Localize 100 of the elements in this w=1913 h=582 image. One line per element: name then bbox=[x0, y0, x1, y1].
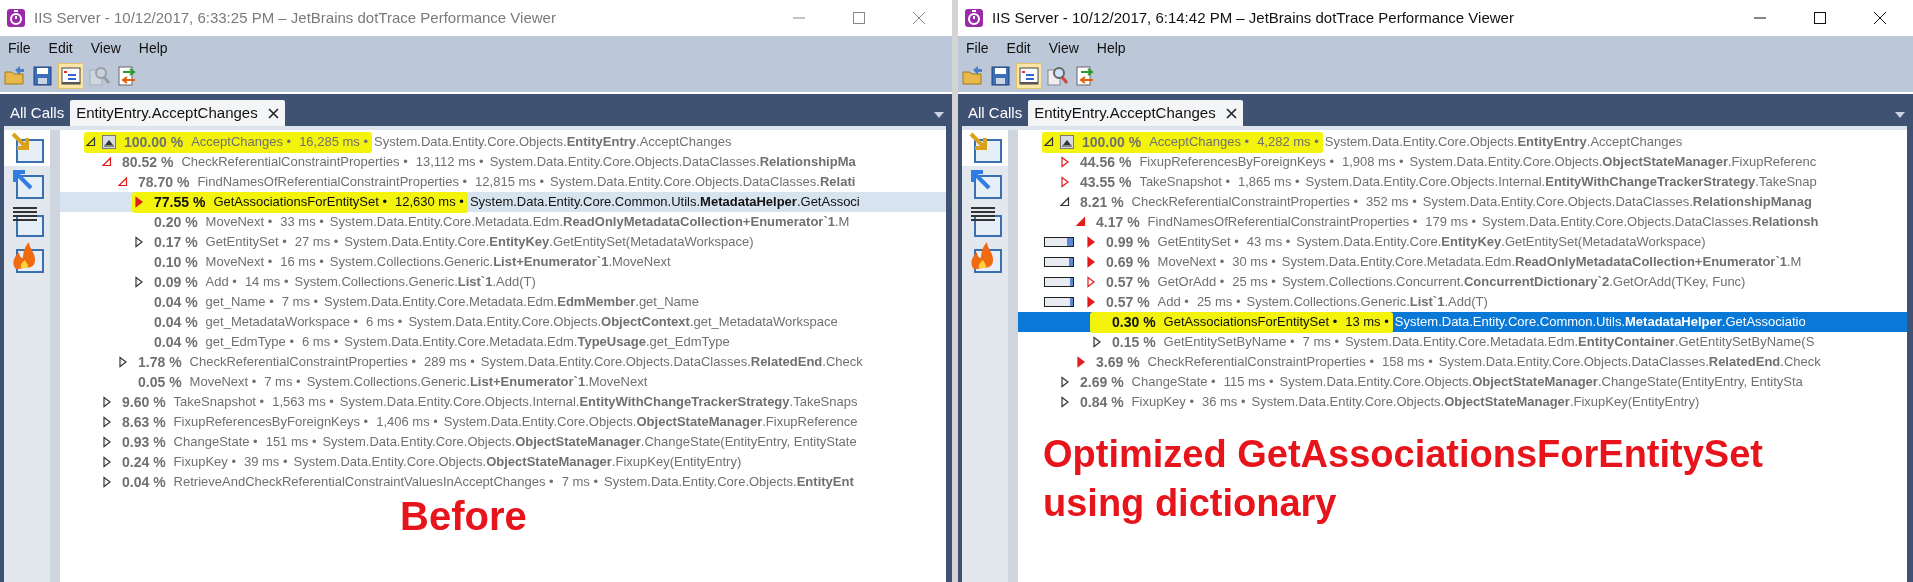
call-time: 179 ms • bbox=[1425, 213, 1477, 232]
tree-row[interactable]: 100.00 % AcceptChanges • 4,282 ms • System.Data.Entity.Core.Objects.EntityEntry.AcceptChanges bbox=[1018, 132, 1907, 152]
tree-row[interactable]: 0.20 % MoveNext • 33 ms • System.Data.Entity.Core.Metadata.Edm.ReadOnlyMetadataCollection+Enumerator`1.M bbox=[60, 212, 946, 232]
folder-icon bbox=[3, 64, 27, 88]
toolbar-button[interactable] bbox=[58, 63, 84, 89]
menu-item[interactable]: View bbox=[84, 37, 127, 59]
tab[interactable]: All Calls bbox=[4, 100, 71, 126]
tree-row[interactable]: 4.17 % FindNamesOfReferentialConstraintProperties • 179 ms • System.Data.Entity.Core.Objects.DataClasses.Relationsh bbox=[1018, 212, 1907, 232]
qualified-method: System.Data.Entity.Core.Objects.DataClasses.Relationsh bbox=[1482, 213, 1819, 232]
tree-row[interactable]: 0.30 % GetAssociationsForEntitySet • 13 ms • System.Data.Entity.Core.Common.Utils.MetadataHelper.GetAssociatio bbox=[1018, 312, 1907, 332]
app-icon bbox=[6, 8, 26, 28]
tree-row[interactable]: 0.09 % Add • 14 ms • System.Collections.Generic.List`1.Add(T) bbox=[60, 272, 946, 292]
qualified-method: System.Data.Entity.Core.EntityKey.GetEntitySet(MetadataWorkspace) bbox=[1296, 233, 1706, 252]
tree-row[interactable]: 80.52 % CheckReferentialConstraintProperties • 13,112 ms • System.Data.Entity.Core.Objects.DataClasses.RelationshipMa bbox=[60, 152, 946, 172]
call-time: 7 ms • bbox=[561, 473, 598, 492]
tree-row[interactable]: 0.57 % GetOrAdd • 25 ms • System.Collections.Concurrent.ConcurrentDictionary`2.GetOrAdd(TKey, Func) bbox=[1018, 272, 1907, 292]
menu-item[interactable]: File bbox=[2, 37, 37, 59]
method-name: MoveNext • bbox=[1157, 253, 1225, 272]
call-time: 352 ms • bbox=[1366, 193, 1417, 212]
qualified-method: System.Data.Entity.Core.Objects.EntityEntry.AcceptChanges bbox=[374, 133, 732, 152]
call-time: 6 ms • bbox=[302, 333, 339, 352]
tree-row[interactable]: 100.00 % AcceptChanges • 16,285 ms • System.Data.Entity.Core.Objects.EntityEntry.AcceptChanges bbox=[60, 132, 946, 152]
percent-value: 0.93 % bbox=[122, 432, 166, 452]
percent-value: 0.57 % bbox=[1106, 272, 1150, 292]
call-time: 33 ms • bbox=[280, 213, 324, 232]
tree-row[interactable]: 0.04 % get_Name • 7 ms • System.Data.Entity.Core.Metadata.Edm.EdmMember.get_Name bbox=[60, 292, 946, 312]
tree-row[interactable]: 78.70 % FindNamesOfReferentialConstraintProperties • 12,815 ms • System.Data.Entity.Core.Objects.DataClasses.Relati bbox=[60, 172, 946, 192]
tree-row[interactable]: 0.24 % FixupKey • 39 ms • System.Data.Entity.Core.Objects.ObjectStateManager.FixupKey(EntityEntry) bbox=[60, 452, 946, 472]
menu-item[interactable]: File bbox=[960, 37, 995, 59]
dropdown-icon[interactable] bbox=[934, 112, 944, 118]
qualified-method: System.Data.Entity.Core.Objects.ObjectStateManager.ChangeState(EntityEntry, EntityState bbox=[322, 433, 857, 452]
view-button[interactable] bbox=[962, 130, 1008, 166]
call-time: 39 ms • bbox=[243, 453, 288, 472]
tree-row[interactable]: 9.60 % TakeSnapshot • 1,563 ms • System.Data.Entity.Core.Objects.Internal.EntityWithChangeTrackerStrategy.TakeSnaps bbox=[60, 392, 946, 412]
tab[interactable]: EntityEntry.AcceptChanges bbox=[1028, 100, 1243, 126]
tree-row[interactable]: 0.84 % FixupKey • 36 ms • System.Data.Entity.Core.Objects.ObjectStateManager.FixupKey(EntityEntry) bbox=[1018, 392, 1907, 412]
progress-bar bbox=[1044, 237, 1074, 247]
percent-value: 0.04 % bbox=[122, 472, 166, 492]
tree-row[interactable]: 0.04 % get_EdmType • 6 ms • System.Data.Entity.Core.Metadata.Edm.TypeUsage.get_EdmType bbox=[60, 332, 946, 352]
qualified-method: System.Data.Entity.Core.Objects.ObjectStateManager.FixupKey(EntityEntry) bbox=[293, 453, 742, 472]
call-time: 12,630 ms • bbox=[395, 193, 464, 212]
app-icon bbox=[964, 8, 984, 28]
qualified-method: System.Data.Entity.Core.Objects.EntityEnt bbox=[604, 473, 854, 492]
tree-row[interactable]: 0.04 % get_MetadataWorkspace • 6 ms • System.Data.Entity.Core.Objects.ObjectContext.get_MetadataWorkspace bbox=[60, 312, 946, 332]
call-time: 16,285 ms • bbox=[299, 133, 368, 152]
call-time: 151 ms • bbox=[265, 433, 317, 452]
percent-value: 9.60 % bbox=[122, 392, 166, 412]
tree-row[interactable]: 0.05 % MoveNext • 7 ms • System.Collections.Generic.List+Enumerator`1.MoveNext bbox=[60, 372, 946, 392]
call-time: 7 ms • bbox=[264, 373, 301, 392]
tree-row[interactable]: 77.55 % GetAssociationsForEntitySet • 12,630 ms • System.Data.Entity.Core.Common.Utils.MetadataHelper.GetAssoci bbox=[60, 192, 946, 212]
tree-row[interactable]: 1.78 % CheckReferentialConstraintProperties • 289 ms • System.Data.Entity.Core.Objects.DataClasses.RelatedEnd.Check bbox=[60, 352, 946, 372]
tree-row[interactable]: 0.69 % MoveNext • 30 ms • System.Data.Entity.Core.Metadata.Edm.ReadOnlyMetadataCollection+Enumerator`1.M bbox=[1018, 252, 1907, 272]
method-name: get_EdmType • bbox=[205, 333, 294, 352]
tree-row[interactable]: 0.17 % GetEntitySet • 27 ms • System.Data.Entity.Core.EntityKey.GetEntitySet(MetadataWorkspace) bbox=[60, 232, 946, 252]
progress-bar bbox=[1044, 257, 1074, 267]
method-name: GetAssociationsForEntitySet • bbox=[213, 193, 387, 212]
method-name: CheckReferentialConstraintProperties • bbox=[1131, 193, 1358, 212]
tree-row[interactable]: 0.15 % GetEntitySetByName • 7 ms • System.Data.Entity.Core.Metadata.Edm.EntityContainer.GetEntitySetByName(S bbox=[1018, 332, 1907, 352]
menu-item[interactable]: View bbox=[1042, 37, 1085, 59]
method-name: get_MetadataWorkspace • bbox=[205, 313, 359, 332]
tree-row[interactable]: 0.10 % MoveNext • 16 ms • System.Collections.Generic.List+Enumerator`1.MoveNext bbox=[60, 252, 946, 272]
qualified-method: System.Collections.Generic.List+Enumerator`1.MoveNext bbox=[306, 373, 648, 392]
tree-row[interactable]: 0.57 % Add • 25 ms • System.Collections.Generic.List`1.Add(T) bbox=[1018, 292, 1907, 312]
dropdown-icon[interactable] bbox=[1895, 112, 1905, 118]
percent-value: 77.55 % bbox=[154, 192, 206, 212]
tree-row[interactable]: 43.55 % TakeSnapshot • 1,865 ms • System.Data.Entity.Core.Objects.Internal.EntityWithChangeTrackerStrategy.TakeSnap bbox=[1018, 172, 1907, 192]
tree-row[interactable]: 8.63 % FixupReferencesByForeignKeys • 1,406 ms • System.Data.Entity.Core.Objects.ObjectStateManager.FixupReference bbox=[60, 412, 946, 432]
folder-icon bbox=[961, 64, 985, 88]
method-name: CheckReferentialConstraintProperties • bbox=[189, 353, 416, 372]
tree-row[interactable]: 3.69 % CheckReferentialConstraintProperties • 158 ms • System.Data.Entity.Core.Objects.DataClasses.RelatedEnd.Check bbox=[1018, 352, 1907, 372]
method-name: AcceptChanges • bbox=[1149, 133, 1250, 152]
tab[interactable]: All Calls bbox=[962, 100, 1029, 126]
call-time: 115 ms • bbox=[1223, 373, 1274, 392]
menu-item[interactable]: Help bbox=[132, 37, 174, 59]
percent-value: 44.56 % bbox=[1080, 152, 1132, 172]
toolbar-button[interactable] bbox=[1016, 63, 1042, 89]
close-icon[interactable] bbox=[1225, 107, 1237, 119]
menu-item[interactable]: Edit bbox=[1000, 37, 1037, 59]
method-name: TakeSnapshot • bbox=[1139, 173, 1230, 192]
tree-row[interactable]: 2.69 % ChangeState • 115 ms • System.Data.Entity.Core.Objects.ObjectStateManager.ChangeState(EntityEntry, EntitySta bbox=[1018, 372, 1907, 392]
method-name: GetEntitySet • bbox=[205, 233, 287, 252]
qualified-method: System.Data.Entity.Core.Common.Utils.MetadataHelper.GetAssociatio bbox=[1394, 313, 1806, 332]
close-icon bbox=[1874, 12, 1886, 24]
call-time: 1,563 ms • bbox=[272, 393, 334, 412]
menu-item[interactable]: Edit bbox=[42, 37, 79, 59]
tree-row[interactable]: 0.99 % GetEntitySet • 43 ms • System.Data.Entity.Core.EntityKey.GetEntitySet(MetadataWorkspace) bbox=[1018, 232, 1907, 252]
method-name: Add • bbox=[1157, 293, 1189, 312]
view-button[interactable] bbox=[4, 130, 50, 166]
tab[interactable]: EntityEntry.AcceptChanges bbox=[70, 100, 285, 126]
tree-row[interactable]: 8.21 % CheckReferentialConstraintProperties • 352 ms • System.Data.Entity.Core.Objects.DataClasses.RelationshipManag bbox=[1018, 192, 1907, 212]
percent-value: 0.04 % bbox=[154, 332, 198, 352]
method-name: GetOrAdd • bbox=[1157, 273, 1225, 292]
menu-item[interactable]: Help bbox=[1090, 37, 1132, 59]
window-title: IIS Server - 10/12/2017, 6:14:42 PM – JetBrains dotTrace Performance Viewer bbox=[992, 7, 1514, 28]
close-icon[interactable] bbox=[267, 107, 279, 119]
method-name: AcceptChanges • bbox=[191, 133, 292, 152]
tree-row[interactable]: 0.04 % RetrieveAndCheckReferentialConstraintValuesInAcceptChanges • 7 ms • System.Data.Entity.Core.Objects.EntityEnt bbox=[60, 472, 946, 492]
call-time: 43 ms • bbox=[1246, 233, 1291, 252]
tree-row[interactable]: 0.93 % ChangeState • 151 ms • System.Data.Entity.Core.Objects.ObjectStateManager.ChangeState(EntityEntry, EntityState bbox=[60, 432, 946, 452]
tree-row[interactable]: 44.56 % FixupReferencesByForeignKeys • 1,908 ms • System.Data.Entity.Core.Objects.ObjectStateManager.FixupReferenc bbox=[1018, 152, 1907, 172]
